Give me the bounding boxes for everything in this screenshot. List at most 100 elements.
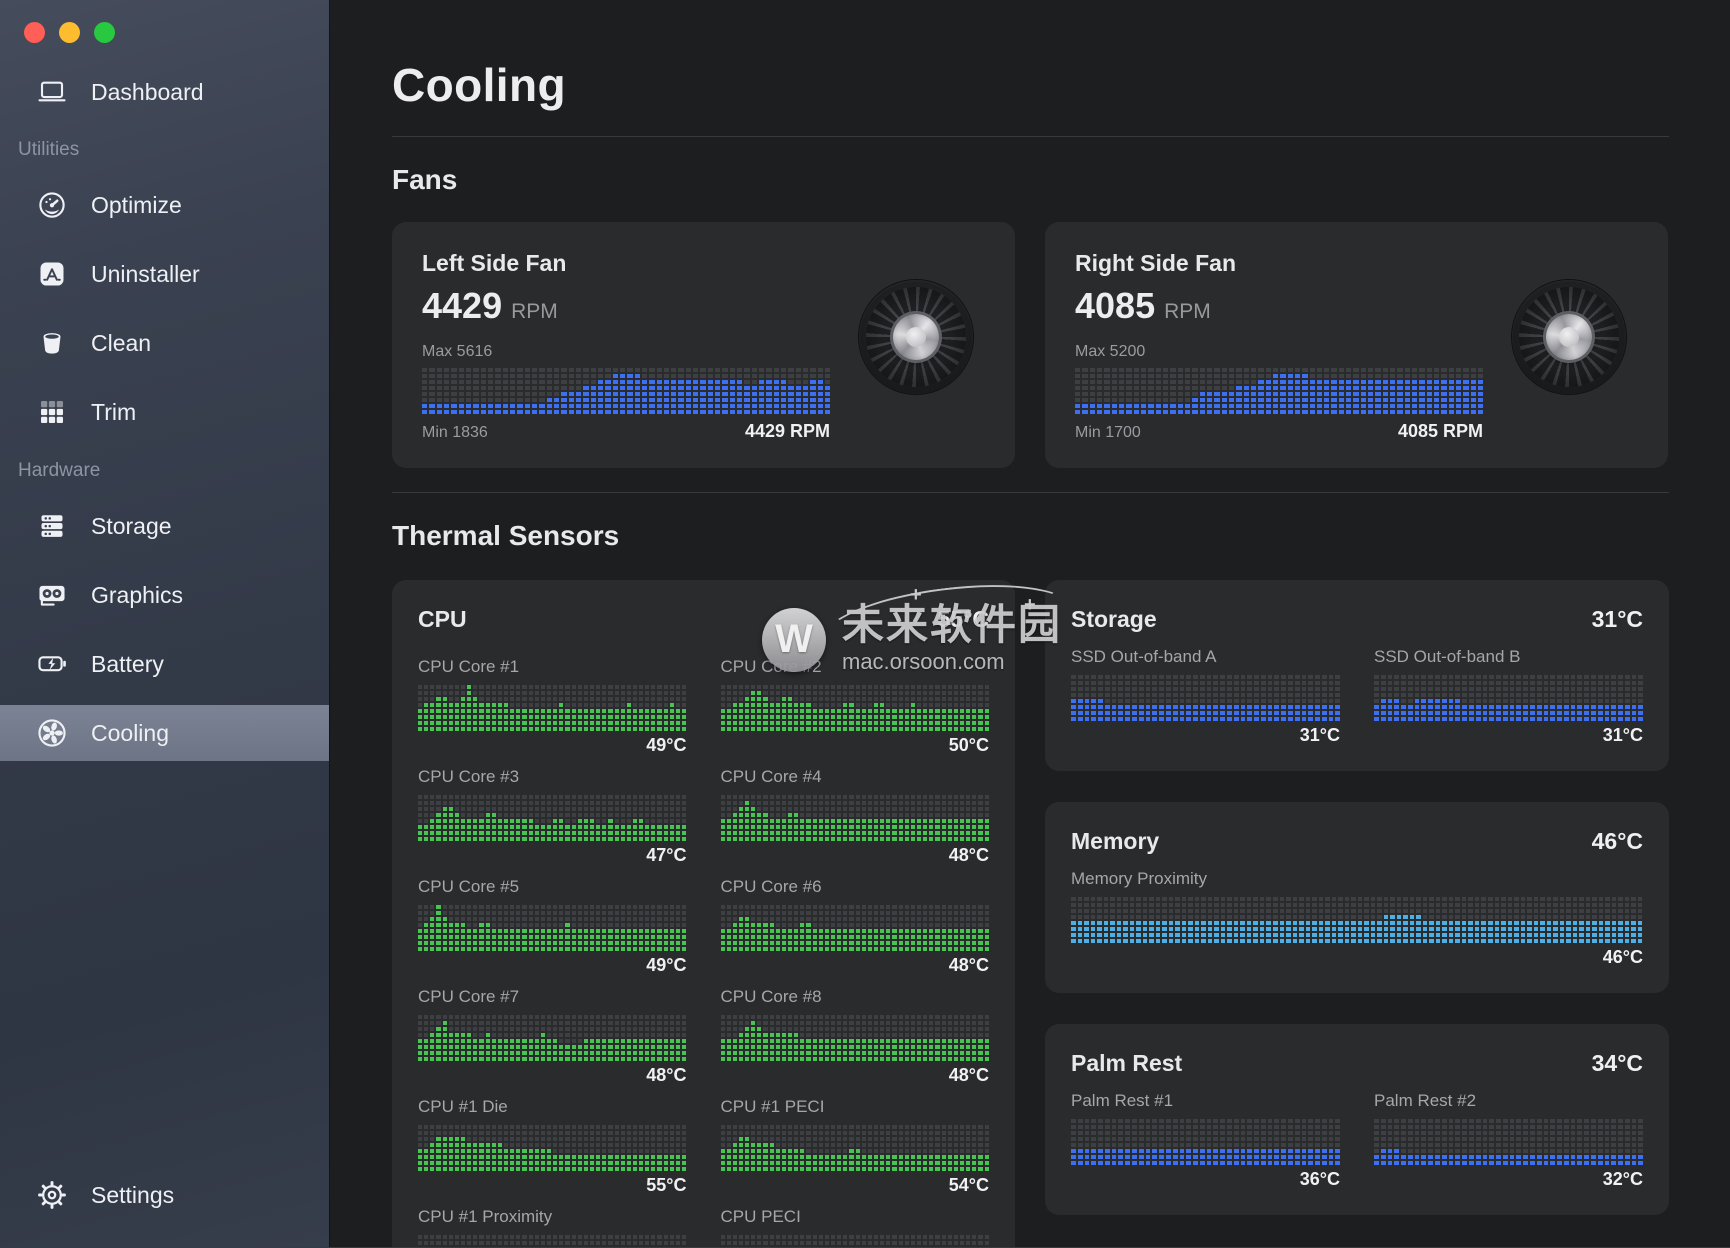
gauge-icon: [30, 190, 74, 220]
sensor-temp: 55°C: [418, 1175, 687, 1197]
sensor-temp: 46°C: [1071, 947, 1643, 969]
sidebar-item-clean[interactable]: Clean: [0, 315, 329, 371]
fan-spinner-image: [1512, 280, 1626, 394]
card-header-temp: 31°C: [1592, 606, 1643, 633]
sensor-temp: 49°C: [418, 955, 687, 977]
minimize-button[interactable]: [59, 22, 80, 43]
sensor-label: CPU Core #6: [721, 877, 990, 897]
sidebar-item-battery[interactable]: Battery: [0, 636, 329, 692]
fan-chart-footer: Min 1700 4085 RPM: [1075, 421, 1483, 442]
thermal-section-heading: Thermal Sensors: [392, 520, 1669, 552]
sidebar-item-trim[interactable]: Trim: [0, 384, 329, 440]
sensor-label: Memory Proximity: [1071, 869, 1643, 889]
thermal-card-cpu: CPU 55°C CPU Core #1 49°C CPU Core #2 50…: [392, 580, 1015, 1247]
fan-spinner-image: [859, 280, 973, 394]
server-icon: [30, 511, 74, 541]
sidebar-item-label: Optimize: [91, 192, 182, 219]
sidebar-item-cooling[interactable]: Cooling: [0, 705, 329, 761]
sensor-history-chart: [721, 683, 990, 731]
sensor-temp: 49°C: [418, 735, 687, 757]
card-header: Palm Rest 34°C: [1071, 1050, 1643, 1077]
sensor-palm-rest-2: Palm Rest #2 32°C: [1374, 1091, 1643, 1191]
sidebar-nav: Dashboard Utilities Optimize Uninstaller Cle…: [0, 64, 329, 774]
thermal-row: CPU 55°C CPU Core #1 49°C CPU Core #2 50…: [392, 580, 1669, 1247]
sensor-label: CPU #1 PECI: [721, 1097, 990, 1117]
sensor-temp: 48°C: [721, 955, 990, 977]
sensor-label: CPU Core #4: [721, 767, 990, 787]
sensor-label: CPU Core #8: [721, 987, 990, 1007]
sidebar-item-label: Graphics: [91, 582, 183, 609]
sensor-history-chart: [418, 1013, 687, 1061]
sidebar-item-uninstaller[interactable]: Uninstaller: [0, 246, 329, 302]
sensor-history-chart: [418, 1233, 687, 1247]
zoom-button[interactable]: [94, 22, 115, 43]
sensor-label: CPU PECI: [721, 1207, 990, 1227]
sensor-cpu-1-peci: CPU #1 PECI 54°C: [721, 1097, 990, 1197]
fan-history-chart: [1075, 366, 1483, 414]
sidebar-item-label: Battery: [91, 651, 164, 678]
thermal-right-column: Storage 31°C SSD Out-of-band A 31°C SSD …: [1045, 580, 1669, 1215]
sidebar-item-label: Clean: [91, 330, 151, 357]
card-title: Storage: [1071, 606, 1157, 633]
sidebar-footer: Settings: [0, 1167, 329, 1247]
sidebar-item-settings[interactable]: Settings: [0, 1167, 329, 1223]
laptop-icon: [30, 77, 74, 107]
fan-hub: [893, 314, 939, 360]
fan-chart-footer: Min 1836 4429 RPM: [422, 421, 830, 442]
sensor-temp: 47°C: [418, 845, 687, 867]
sensor-cpu-core-8: CPU Core #8 48°C: [721, 987, 990, 1087]
sidebar-spacer: [0, 774, 329, 1167]
gear-icon: [30, 1179, 74, 1211]
page-title: Cooling: [392, 58, 1669, 112]
fan-min-label: Min 1836: [422, 424, 488, 442]
fan-rpm-unit: RPM: [1164, 300, 1211, 323]
thermal-card-palm-rest: Palm Rest 34°C Palm Rest #1 36°C Palm Re…: [1045, 1024, 1669, 1215]
card-header-temp: 34°C: [1592, 1050, 1643, 1077]
sensor-history-chart: [721, 903, 990, 951]
main-content: Cooling Fans Left Side Fan 4429RPM Max 5…: [330, 0, 1730, 1247]
sensor-label: CPU Core #3: [418, 767, 687, 787]
sensor-cpu-core-5: CPU Core #5 49°C: [418, 877, 687, 977]
fan-min-label: Min 1700: [1075, 424, 1141, 442]
sensor-label: CPU #1 Proximity: [418, 1207, 687, 1227]
sidebar-section-label: Utilities: [0, 133, 329, 167]
sensor-label: CPU Core #1: [418, 657, 687, 677]
fan-rpm-value: 4085: [1075, 285, 1155, 326]
sidebar-item-optimize[interactable]: Optimize: [0, 177, 329, 233]
sensor-cpu-core-6: CPU Core #6 48°C: [721, 877, 990, 977]
sensor-history-chart: [721, 1233, 990, 1247]
sensor-temp: 32°C: [1374, 1169, 1643, 1191]
sidebar-item-dashboard[interactable]: Dashboard: [0, 64, 329, 120]
gpu-icon: [30, 579, 74, 611]
sensor-temp: 31°C: [1374, 725, 1643, 747]
bucket-icon: [30, 328, 74, 358]
sensor-history-chart: [1071, 673, 1340, 721]
sensor-ssd-out-of-band-a: SSD Out-of-band A 31°C: [1071, 647, 1340, 747]
card-title: Memory: [1071, 828, 1159, 855]
cpu-sensor-grid: CPU Core #1 49°C CPU Core #2 50°C CPU Co…: [418, 657, 989, 1247]
sensor-grid: Memory Proximity 46°C: [1071, 869, 1643, 979]
sidebar: Dashboard Utilities Optimize Uninstaller Cle…: [0, 0, 330, 1247]
grid-icon: [30, 397, 74, 427]
sensor-history-chart: [721, 793, 990, 841]
fan-hub: [1546, 314, 1592, 360]
appstore-icon: [30, 259, 74, 289]
sensor-cpu-core-3: CPU Core #3 47°C: [418, 767, 687, 867]
sensor-cpu-core-1: CPU Core #1 49°C: [418, 657, 687, 757]
sensor-ssd-out-of-band-b: SSD Out-of-band B 31°C: [1374, 647, 1643, 747]
sensor-temp: 48°C: [721, 1065, 990, 1087]
fans-section-heading: Fans: [392, 164, 1669, 196]
sensor-history-chart: [721, 1123, 990, 1171]
sidebar-item-storage[interactable]: Storage: [0, 498, 329, 554]
sensor-memory-proximity: Memory Proximity 46°C: [1071, 869, 1643, 969]
battery-icon: [30, 648, 74, 680]
close-button[interactable]: [24, 22, 45, 43]
sidebar-section-label: Hardware: [0, 454, 329, 488]
sensor-history-chart: [1374, 1117, 1643, 1165]
sidebar-item-label: Trim: [91, 399, 136, 426]
sensor-grid: Palm Rest #1 36°C Palm Rest #2 32°C: [1071, 1091, 1643, 1201]
sensor-cpu-core-7: CPU Core #7 48°C: [418, 987, 687, 1087]
app-window: Dashboard Utilities Optimize Uninstaller Cle…: [0, 0, 1730, 1248]
sidebar-item-graphics[interactable]: Graphics: [0, 567, 329, 623]
sensor-palm-rest-1: Palm Rest #1 36°C: [1071, 1091, 1340, 1191]
